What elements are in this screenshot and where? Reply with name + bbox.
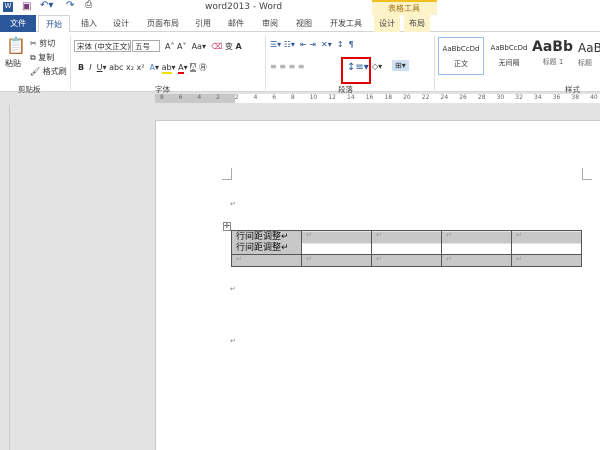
table-cell[interactable]: ↵ <box>441 254 512 267</box>
ruler-tick-label: 8 <box>160 94 164 101</box>
tab-developer[interactable]: 开发工具 <box>325 15 367 32</box>
undo-icon[interactable]: ↶▾ <box>40 0 53 11</box>
ruler-tick-label: 22 <box>421 94 430 101</box>
paste-button[interactable]: 粘贴 <box>5 58 21 69</box>
table-cell[interactable]: ↵ <box>441 230 512 255</box>
ruler-tick-label: 8 <box>290 94 295 101</box>
print-preview-icon[interactable]: ⎙ <box>85 0 92 10</box>
tab-home[interactable]: 开始 <box>38 15 70 32</box>
ruler-tick-label: 4 <box>253 94 258 101</box>
table-tools-label: 表格工具 <box>388 4 420 13</box>
save-icon[interactable]: ▣ <box>22 1 31 12</box>
font-size-select[interactable]: 五号 <box>132 40 160 52</box>
shading-button[interactable]: ◇▾ <box>372 62 382 71</box>
ruler-tick-label: 2 <box>234 94 239 101</box>
cut-label: 剪切 <box>39 39 56 48</box>
tab-insert[interactable]: 插入 <box>76 15 102 32</box>
word-logo-icon: W <box>3 2 13 12</box>
tab-view[interactable]: 视图 <box>291 15 317 32</box>
cell-line: 行间距调整↵ <box>236 243 289 253</box>
tab-table-design[interactable]: 设计 <box>374 15 400 32</box>
style-preview: AaBbCcDd <box>442 45 480 53</box>
ruler-tick-label: 6 <box>178 94 183 101</box>
style-title[interactable]: AaB 标题 <box>578 37 600 75</box>
paragraph-mark: ↵ <box>230 285 236 293</box>
font-format-buttons[interactable]: B I U▾ abc x₂ x² A▾ ab▾ A▾ A ㊊ <box>78 62 207 74</box>
font-size-buttons[interactable]: A˄ A˅ Aa▾ ⌫ 变 A <box>165 41 242 52</box>
style-label: 正文 <box>454 60 468 68</box>
ruler-tick-label: 26 <box>459 94 467 101</box>
horizontal-ruler[interactable]: 8 6 4 2 2 4 6 8 10 12 14 16 18 20 22 24 26 28 30 32 34 36 38 40 <box>0 93 600 105</box>
ribbon-tabs: 文件 开始 插入 设计 页面布局 引用 邮件 审阅 视图 开发工具 设计 布局 <box>0 15 600 32</box>
document-table[interactable]: 行间距调整↵ 行间距调整↵ ↵ ↵ ↵ ↵ ↵ ↵ ↵ ↵ ↵ <box>231 230 582 267</box>
table-cell[interactable]: ↵ <box>231 254 302 267</box>
ruler-tick-label: 30 <box>496 94 505 101</box>
ruler-tick-label: 16 <box>365 94 374 101</box>
ruler-tick-label: 6 <box>272 94 277 101</box>
table-cell[interactable]: ↵ <box>301 254 372 267</box>
table-cell[interactable]: ↵ <box>371 254 442 267</box>
ruler-tick-label: 2 <box>216 94 220 101</box>
window-title: word2013 - Word <box>205 2 283 12</box>
style-preview: AaBbCcDd <box>490 44 528 52</box>
copy-button[interactable]: ⧉ 复制 <box>30 52 54 63</box>
table-cell[interactable]: 行间距调整↵ 行间距调整↵ <box>231 230 302 255</box>
tab-page-layout[interactable]: 页面布局 <box>140 15 186 32</box>
tab-review[interactable]: 审阅 <box>257 15 283 32</box>
title-bar: W ▣ ↶▾ ↷ ⎙ word2013 - Word 表格工具 <box>0 0 600 32</box>
redo-icon[interactable]: ↷ <box>66 0 74 11</box>
vertical-ruler[interactable] <box>0 105 10 450</box>
ruler-tick-label: 10 <box>309 94 318 101</box>
style-heading-1[interactable]: AaBb 标题 1 <box>532 37 574 75</box>
tab-references[interactable]: 引用 <box>190 15 216 32</box>
ruler-tick-label: 12 <box>328 94 336 101</box>
style-label: 标题 <box>578 59 592 67</box>
ruler-tick-label: 28 <box>477 94 486 101</box>
paste-icon[interactable]: 📋 <box>6 36 26 55</box>
margin-corner-mark <box>222 168 232 180</box>
font-name-select[interactable]: 宋体 (中文正文) <box>74 40 131 52</box>
ruler-tick-label: 14 <box>347 94 355 101</box>
ruler-tick-label: 38 <box>571 94 580 101</box>
format-painter-button[interactable]: 🖌 格式刷 <box>30 66 67 77</box>
copy-label: 复制 <box>38 53 55 62</box>
ruler-tick-label: 24 <box>440 94 449 101</box>
cell-line: 行间距调整↵ <box>236 232 289 242</box>
tab-table-layout[interactable]: 布局 <box>404 15 430 32</box>
list-buttons[interactable]: ☰▾ ☷▾ ⇤ ⇥ ✕▾ ↕ ¶ <box>270 40 354 49</box>
tab-file[interactable]: 文件 <box>0 15 36 32</box>
style-normal[interactable]: AaBbCcDd 正文 <box>438 37 484 75</box>
tab-design[interactable]: 设计 <box>108 15 134 32</box>
style-label: 标题 1 <box>542 58 564 66</box>
table-row: 行间距调整↵ 行间距调整↵ ↵ ↵ ↵ ↵ <box>231 230 582 255</box>
ruler-tick-label: 20 <box>403 94 411 101</box>
format-painter-label: 格式刷 <box>42 67 67 76</box>
ruler-tick-label: 32 <box>515 94 523 101</box>
margin-corner-mark <box>582 168 592 180</box>
table-row: ↵ ↵ ↵ ↵ ↵ <box>231 254 582 267</box>
borders-button[interactable]: ⊞▾ <box>392 60 409 71</box>
table-move-handle[interactable]: ✛ <box>223 222 231 231</box>
style-preview: AaBb <box>532 39 573 55</box>
line-spacing-button[interactable]: ↕≡▾ <box>347 62 369 73</box>
tab-mailings[interactable]: 邮件 <box>223 15 249 32</box>
table-cell[interactable]: ↵ <box>511 254 582 267</box>
style-label: 无间隔 <box>498 59 520 67</box>
ruler-tick-label: 34 <box>534 94 542 101</box>
table-cell[interactable]: ↵ <box>371 230 442 255</box>
ruler-tick-label: 40 <box>590 94 598 101</box>
table-cell[interactable]: ↵ <box>301 230 372 255</box>
paragraph-mark: ↵ <box>230 337 236 345</box>
paragraph-mark: ↵ <box>230 200 236 208</box>
cut-button[interactable]: ✂ 剪切 <box>30 38 55 49</box>
style-preview: AaB <box>578 41 600 55</box>
ruler-tick-label: 4 <box>197 94 202 101</box>
ribbon: 📋 粘贴 ✂ 剪切 ⧉ 复制 🖌 格式刷 剪贴板 宋体 (中文正文) 五号 A˄… <box>0 32 600 94</box>
style-no-spacing[interactable]: AaBbCcDd 无间隔 <box>486 37 532 75</box>
ruler-tick-label: 18 <box>384 94 393 101</box>
align-buttons[interactable]: ≡ ≡ ≡ ≡ <box>270 62 304 71</box>
ruler-tick-label: 36 <box>552 94 561 101</box>
table-cell[interactable]: ↵ <box>511 230 582 255</box>
